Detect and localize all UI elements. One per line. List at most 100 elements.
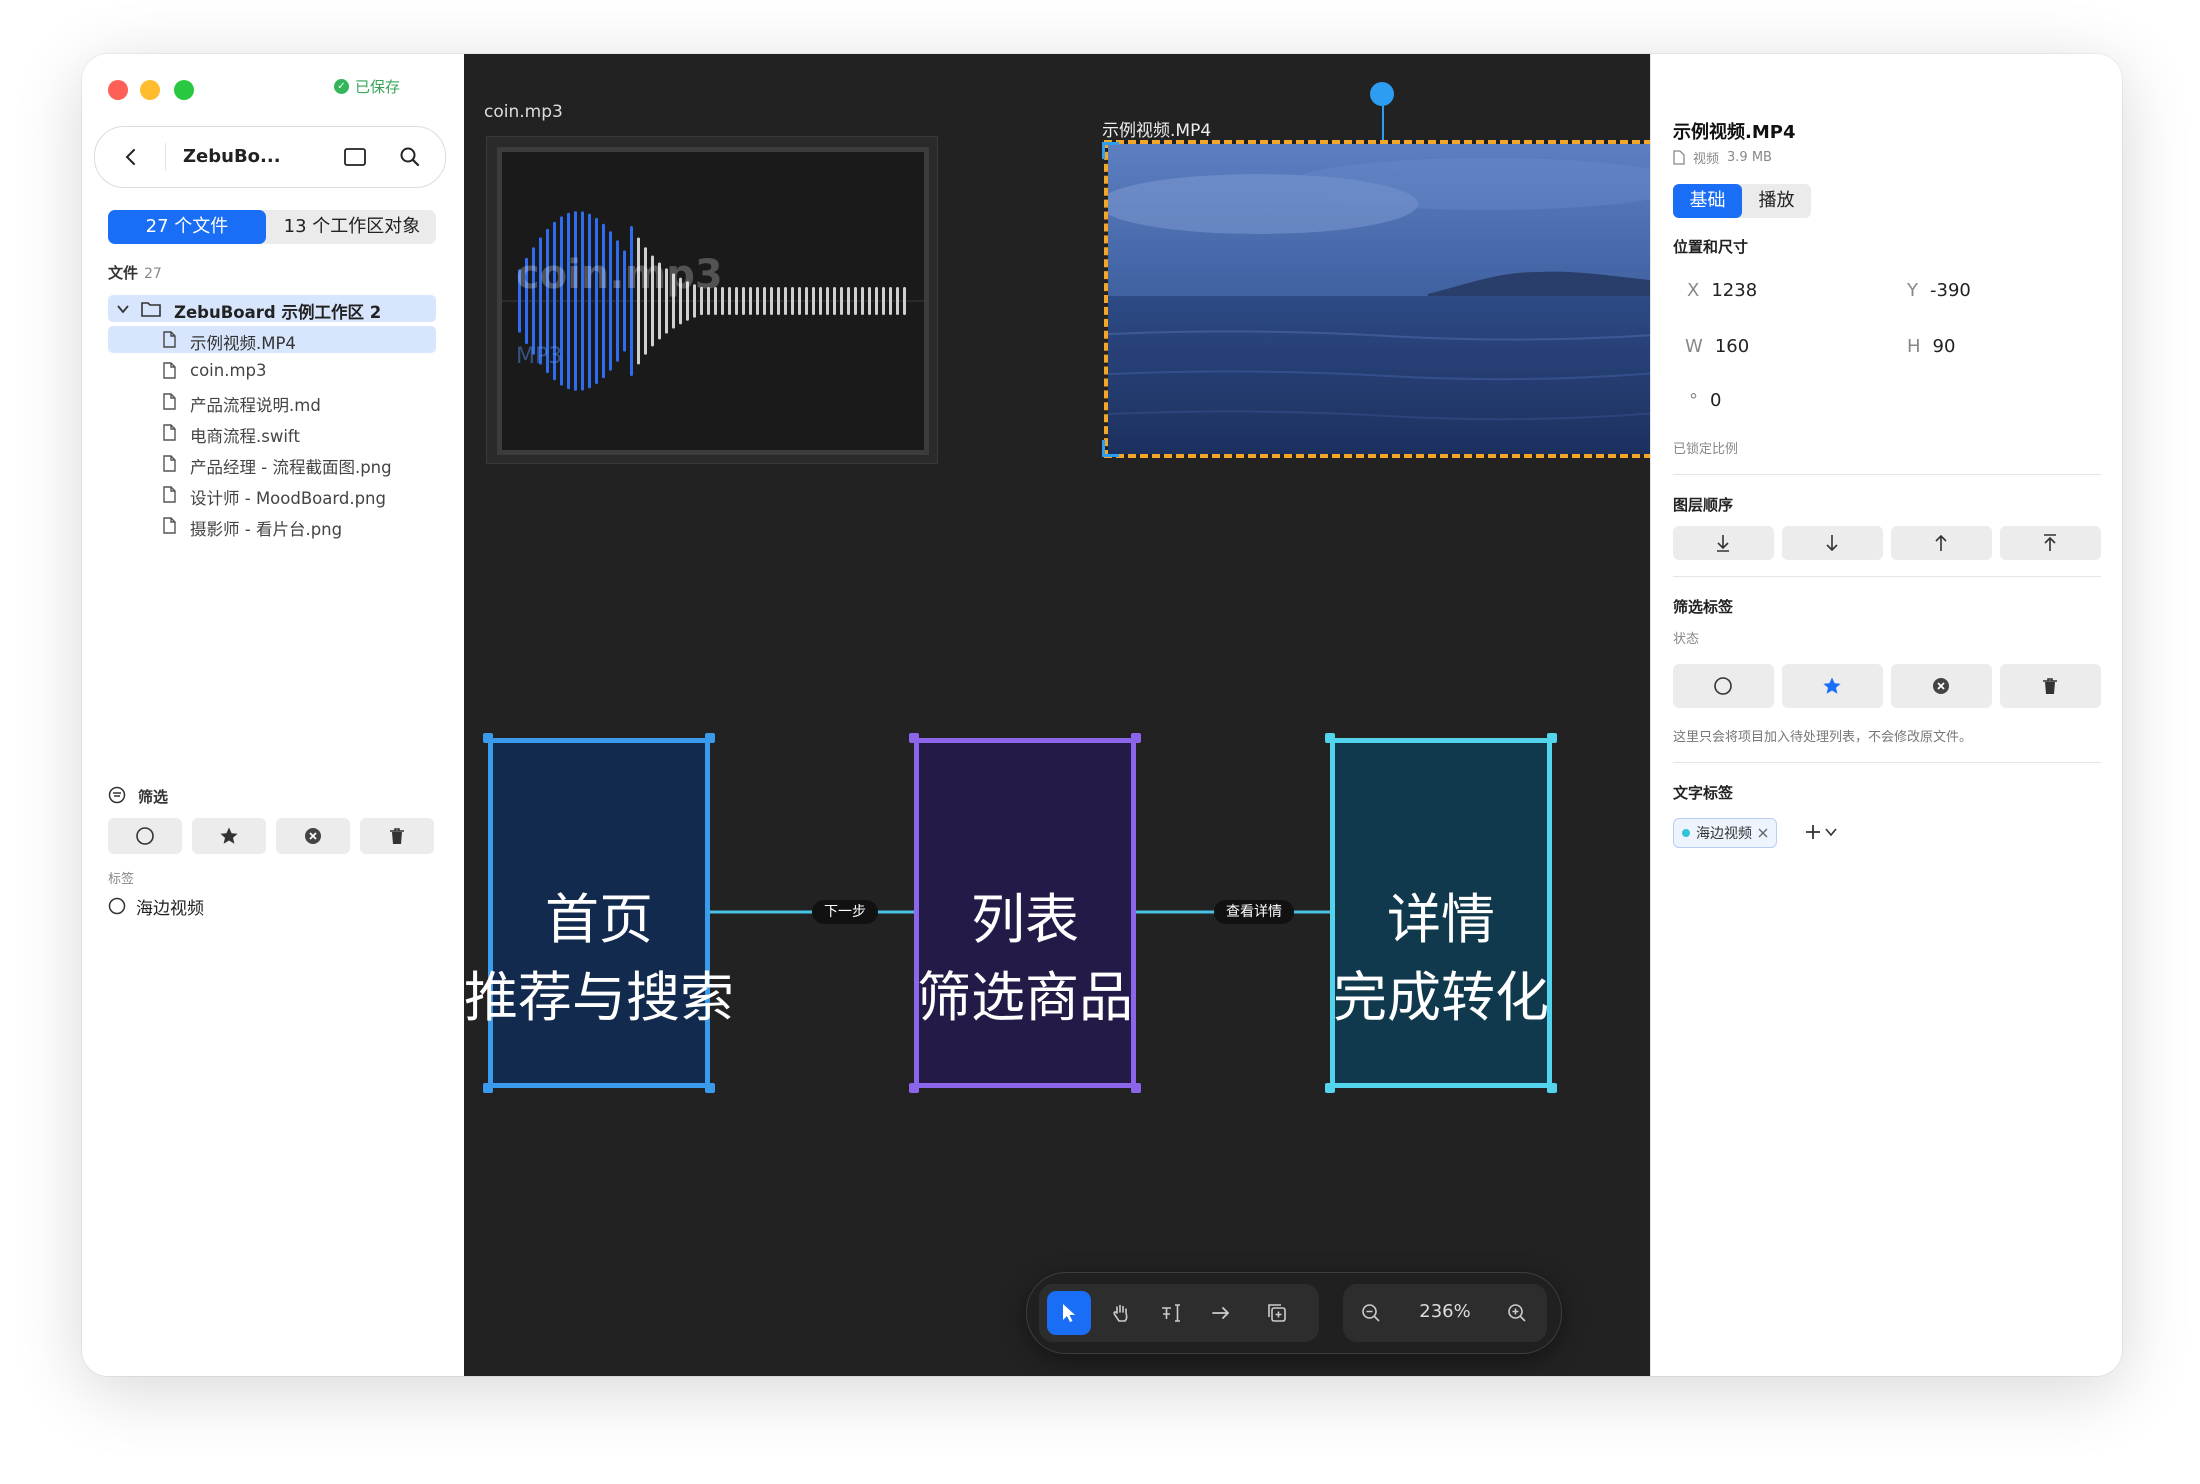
tree-item-label: 设计师 - MoodBoard.png (190, 489, 386, 508)
send-to-back-icon (1717, 535, 1729, 552)
tree-item-label: 产品流程说明.md (190, 396, 321, 415)
text-tool-button[interactable] (1149, 1291, 1193, 1335)
canvas[interactable]: coin.mp3 coin.mp3 MP3 示例视频.MP4 首页 推荐与搜索 … (464, 54, 1650, 1376)
node-corner-handle[interactable] (483, 733, 493, 743)
tree-item-file[interactable]: 摄影师 - 看片台.png (108, 512, 436, 539)
minimize-window-button[interactable] (140, 80, 160, 100)
tab-files[interactable]: 27 个文件 (108, 210, 266, 244)
node-corner-handle[interactable] (705, 733, 715, 743)
w-value[interactable]: 160 (1715, 336, 1749, 357)
flow-node-detail[interactable]: 详情 完成转化 (1330, 738, 1552, 1088)
node-corner-handle[interactable] (483, 1083, 493, 1093)
select-tool-button[interactable] (1047, 1291, 1091, 1335)
text-icon (1162, 1304, 1180, 1322)
tag-filter-label: 海边视频 (136, 898, 204, 919)
divider (1673, 474, 2101, 475)
sidebar-toggle-icon[interactable] (343, 147, 367, 167)
filter-rejected-button[interactable] (276, 818, 350, 854)
search-icon[interactable] (399, 146, 421, 168)
pan-tool-button[interactable] (1099, 1291, 1143, 1335)
node-corner-handle[interactable] (1325, 733, 1335, 743)
send-backward-button[interactable] (1782, 526, 1883, 560)
node-corner-handle[interactable] (909, 1083, 919, 1093)
filter-unmarked-button[interactable] (108, 818, 182, 854)
node-corner-handle[interactable] (705, 1083, 715, 1093)
radio-icon[interactable] (108, 897, 126, 915)
zoom-in-icon (1508, 1304, 1526, 1322)
file-icon (163, 455, 176, 472)
tags-heading: 标签 (108, 872, 135, 887)
tree-item-video-file[interactable]: 示例视频.MP4 (108, 326, 436, 353)
send-to-back-button[interactable] (1673, 526, 1774, 560)
status-rejected-button[interactable] (1891, 664, 1992, 708)
y-value[interactable]: -390 (1930, 280, 1971, 301)
inspector-panel: 示例视频.MP4 视频 3.9 MB 基础 播放 位置和尺寸 X 1238 Y -3… (1650, 54, 2122, 1376)
zoom-in-button[interactable] (1495, 1291, 1539, 1335)
node-corner-handle[interactable] (1325, 1083, 1335, 1093)
duplicate-tool-button[interactable] (1255, 1291, 1299, 1335)
zoom-window-button[interactable] (174, 80, 194, 100)
node-corner-handle[interactable] (1131, 1083, 1141, 1093)
tab-workspace-objects[interactable]: 13 个工作区对象 (268, 210, 436, 244)
status-starred-button[interactable] (1782, 664, 1883, 708)
chevron-left-icon[interactable] (121, 147, 141, 167)
tree-item-label: 示例视频.MP4 (190, 334, 296, 353)
node-corner-handle[interactable] (1547, 1083, 1557, 1093)
arrow-icon (1212, 1307, 1230, 1319)
tab-basic[interactable]: 基础 (1673, 184, 1742, 218)
x-circle-icon (305, 828, 321, 844)
edge-label[interactable]: 查看详情 (1214, 900, 1294, 924)
rotation-field[interactable]: ° 0 (1689, 390, 1721, 411)
send-backward-icon (1826, 535, 1838, 552)
tree-item-file[interactable]: 产品流程说明.md (108, 388, 436, 415)
close-window-button[interactable] (108, 80, 128, 100)
ratio-locked-label[interactable]: 已锁定比例 (1673, 438, 1738, 457)
inspector-tabs: 基础 播放 (1673, 184, 1811, 218)
tree-item-file[interactable]: 电商流程.swift (108, 419, 436, 446)
chevron-down-icon[interactable] (116, 303, 130, 315)
flow-node-subtitle: 推荐与搜索 (464, 966, 734, 1029)
node-corner-handle[interactable] (1547, 733, 1557, 743)
zoom-level[interactable]: 236% (1403, 1301, 1487, 1322)
edge-label[interactable]: 下一步 (812, 900, 878, 924)
bring-to-front-button[interactable] (2000, 526, 2101, 560)
x-circle-icon (1933, 678, 1949, 694)
chevron-down-icon[interactable] (1825, 827, 1837, 837)
status-delete-button[interactable] (2000, 664, 2101, 708)
save-status-label: 已保存 (355, 78, 401, 96)
trash-icon (390, 828, 404, 844)
h-value[interactable]: 90 (1933, 336, 1956, 357)
tree-item-file[interactable]: coin.mp3 (108, 357, 436, 384)
x-value[interactable]: 1238 (1711, 280, 1757, 301)
status-unmarked-button[interactable] (1673, 664, 1774, 708)
y-label: Y (1907, 280, 1918, 301)
rotation-label: ° (1689, 390, 1698, 411)
node-corner-handle[interactable] (909, 733, 919, 743)
add-tag-icon[interactable] (1803, 822, 1823, 842)
divider (1673, 576, 2101, 577)
project-title[interactable]: ZebuBo... (183, 146, 281, 167)
x-field[interactable]: X 1238 (1687, 280, 1757, 301)
w-field[interactable]: W 160 (1685, 336, 1749, 357)
close-icon[interactable] (1758, 828, 1768, 838)
filter-deleted-button[interactable] (360, 818, 434, 854)
zoom-out-button[interactable] (1349, 1291, 1393, 1335)
rotation-value[interactable]: 0 (1710, 390, 1721, 411)
bring-forward-button[interactable] (1891, 526, 1992, 560)
tag-chip[interactable]: 海边视频 (1673, 818, 1777, 848)
cursor-icon (1063, 1304, 1075, 1322)
y-field[interactable]: Y -390 (1907, 280, 1971, 301)
tab-playback[interactable]: 播放 (1742, 184, 1811, 218)
tree-item-file[interactable]: 产品经理 - 流程截面图.png (108, 450, 436, 477)
check-circle-icon: ✓ (334, 79, 349, 94)
connector-tool-button[interactable] (1199, 1291, 1243, 1335)
filter-starred-button[interactable] (192, 818, 266, 854)
tag-filter-item[interactable]: 海边视频 (108, 894, 204, 919)
flow-node-home[interactable]: 首页 推荐与搜索 (464, 738, 734, 1088)
tree-item-workspace-folder[interactable]: ZebuBoard 示例工作区 2 (108, 295, 436, 322)
node-corner-handle[interactable] (1131, 733, 1141, 743)
h-field[interactable]: H 90 (1907, 336, 1955, 357)
tree-item-file[interactable]: 设计师 - MoodBoard.png (108, 481, 436, 508)
file-kind: 视频 (1693, 152, 1720, 167)
flow-node-list[interactable]: 列表 筛选商品 (914, 738, 1136, 1088)
